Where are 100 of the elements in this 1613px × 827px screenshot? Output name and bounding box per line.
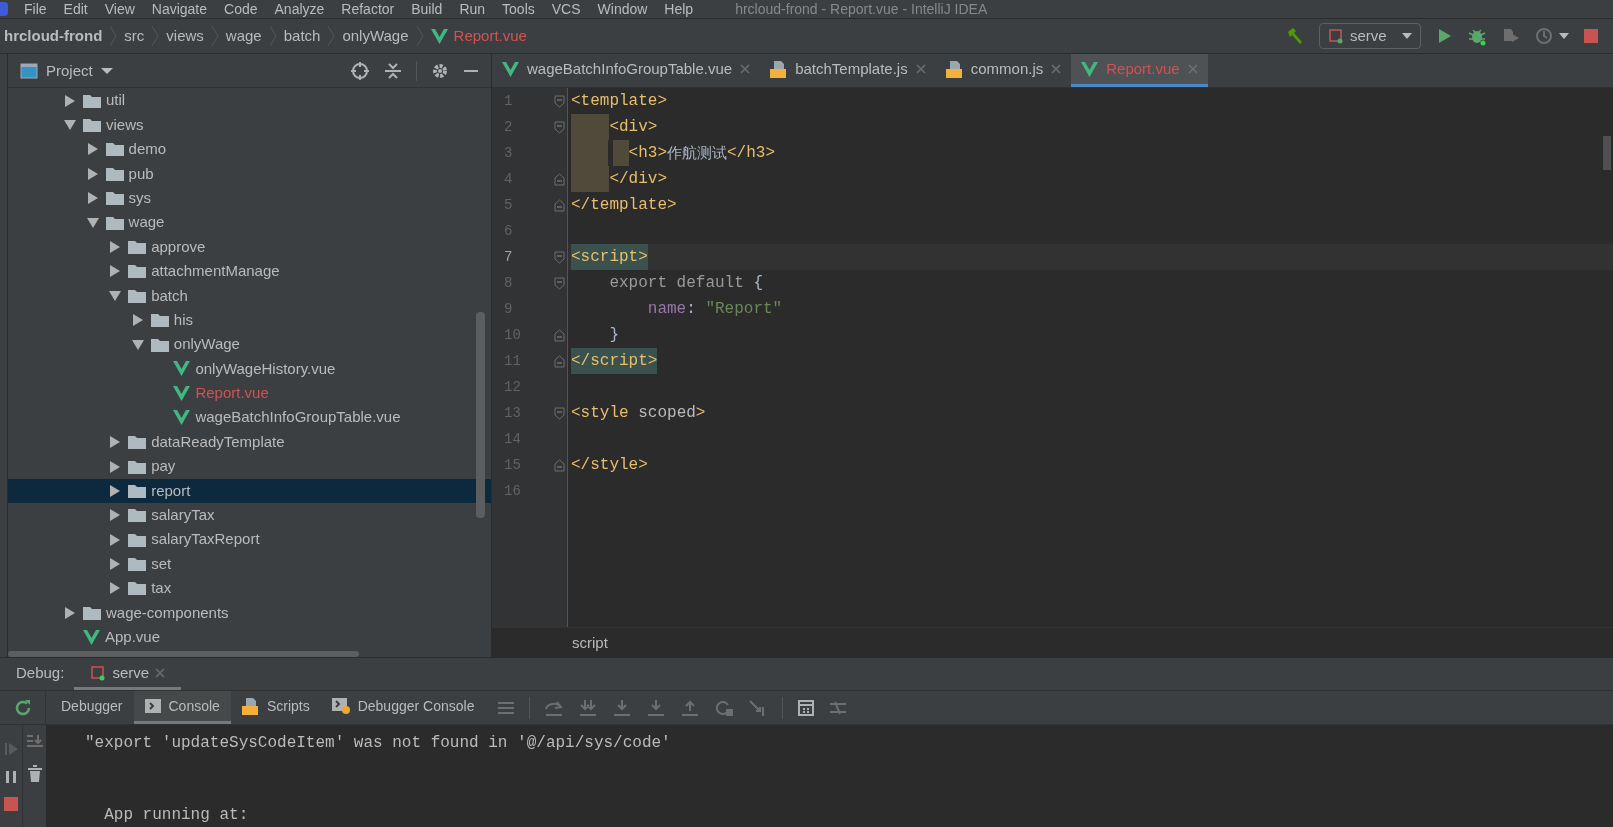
fold-icon[interactable] bbox=[554, 406, 565, 420]
tree-item[interactable]: sys bbox=[8, 186, 491, 211]
fold-icon[interactable] bbox=[554, 276, 565, 290]
editor-tab[interactable]: common.js bbox=[935, 54, 1072, 88]
menu-item[interactable]: View bbox=[104, 0, 135, 18]
fold-icon[interactable] bbox=[554, 120, 565, 134]
menu-item[interactable]: Refactor bbox=[341, 0, 395, 18]
collapsed-arrow-icon[interactable] bbox=[110, 436, 121, 449]
tree-item[interactable]: pub bbox=[8, 161, 491, 186]
tree-item[interactable]: attachmentManage bbox=[8, 259, 491, 284]
breadcrumb-item[interactable]: src bbox=[120, 24, 149, 48]
editor-tab[interactable]: wageBatchInfoGroupTable.vue bbox=[492, 54, 761, 88]
tree-item[interactable]: batch bbox=[8, 283, 491, 308]
step-into-icon[interactable] bbox=[578, 698, 599, 717]
collapsed-arrow-icon[interactable] bbox=[87, 143, 98, 156]
trash-icon[interactable] bbox=[26, 765, 43, 783]
close-icon[interactable] bbox=[155, 667, 166, 678]
tree-item[interactable]: wage-components bbox=[8, 600, 491, 626]
fold-end-icon[interactable] bbox=[554, 172, 565, 186]
menu-item[interactable]: Navigate bbox=[151, 0, 208, 18]
bug-icon[interactable] bbox=[1467, 26, 1487, 47]
tree-item[interactable]: tax bbox=[8, 576, 491, 601]
pause-icon[interactable] bbox=[3, 769, 19, 785]
calculator-icon[interactable] bbox=[797, 698, 816, 717]
step-out-icon[interactable] bbox=[680, 698, 701, 717]
force-step-into-icon[interactable] bbox=[646, 698, 667, 717]
breadcrumb-item[interactable]: views bbox=[162, 24, 208, 48]
close-icon[interactable] bbox=[1187, 64, 1198, 75]
drop-frame-icon[interactable] bbox=[714, 698, 735, 717]
tree-item[interactable]: views bbox=[8, 112, 491, 138]
tree-item[interactable]: approve bbox=[8, 234, 491, 260]
fold-icon[interactable] bbox=[554, 94, 565, 108]
fold-end-icon[interactable] bbox=[554, 328, 565, 342]
fold-end-icon[interactable] bbox=[554, 458, 565, 472]
collapsed-arrow-icon[interactable] bbox=[110, 265, 121, 278]
caret-icon[interactable] bbox=[1559, 32, 1569, 41]
tree-item[interactable]: onlyWageHistory.vue bbox=[8, 356, 491, 382]
tree-item[interactable]: set bbox=[8, 551, 491, 577]
close-icon[interactable] bbox=[740, 64, 751, 75]
tree-item[interactable]: his bbox=[8, 307, 491, 333]
debug-tab[interactable]: Scripts bbox=[230, 691, 321, 724]
tree-item[interactable]: pay bbox=[8, 454, 491, 479]
expanded-arrow-icon[interactable] bbox=[109, 290, 122, 301]
breadcrumb-item[interactable]: onlyWage bbox=[338, 24, 413, 48]
menu-item[interactable]: Help bbox=[664, 0, 694, 18]
tree-item[interactable]: salaryTaxReport bbox=[8, 527, 491, 552]
expanded-arrow-icon[interactable] bbox=[64, 120, 76, 131]
debug-tab[interactable]: Debugger bbox=[50, 691, 134, 724]
menu-item[interactable]: Analyze bbox=[274, 0, 325, 18]
collapsed-arrow-icon[interactable] bbox=[65, 94, 75, 107]
settings-icon[interactable] bbox=[431, 61, 449, 80]
collapsed-arrow-icon[interactable] bbox=[110, 484, 121, 497]
step-into-icon[interactable] bbox=[612, 698, 633, 717]
tree-item[interactable]: salaryTax bbox=[8, 503, 491, 528]
collapsed-arrow-icon[interactable] bbox=[110, 558, 121, 571]
scrollbar[interactable] bbox=[8, 651, 359, 658]
hammer-icon[interactable] bbox=[1285, 26, 1305, 47]
tree-item[interactable]: util bbox=[8, 88, 491, 113]
editor-breadcrumb[interactable]: script bbox=[572, 631, 608, 655]
editor-tab[interactable]: batchTemplate.js bbox=[760, 54, 936, 88]
tree-item[interactable]: App.vue bbox=[8, 625, 491, 650]
run-configuration-dropdown[interactable]: serve bbox=[1319, 23, 1421, 50]
locate-icon[interactable] bbox=[350, 60, 370, 81]
debug-tab[interactable]: Debugger Console bbox=[320, 691, 486, 724]
stop-icon[interactable] bbox=[1583, 28, 1599, 45]
fold-icon[interactable] bbox=[554, 250, 565, 264]
scrollbar[interactable] bbox=[476, 312, 485, 519]
breadcrumb-item[interactable]: batch bbox=[279, 24, 325, 48]
collapsed-arrow-icon[interactable] bbox=[110, 241, 121, 253]
menu-item[interactable]: Edit bbox=[63, 0, 88, 18]
menu-item[interactable]: File bbox=[24, 0, 47, 18]
expanded-arrow-icon[interactable] bbox=[86, 217, 99, 228]
tree-item[interactable]: report bbox=[8, 478, 491, 504]
close-icon[interactable] bbox=[915, 64, 926, 75]
tree-item[interactable]: wageBatchInfoGroupTable.vue bbox=[8, 405, 491, 430]
debug-tab[interactable]: Console bbox=[133, 691, 231, 724]
collapsed-arrow-icon[interactable] bbox=[65, 606, 75, 619]
collapsed-arrow-icon[interactable] bbox=[87, 192, 98, 205]
menu-item[interactable]: Build bbox=[411, 0, 443, 18]
list-icon[interactable] bbox=[497, 699, 516, 716]
tree-item[interactable]: wage bbox=[8, 210, 491, 235]
collapsed-arrow-icon[interactable] bbox=[110, 509, 121, 522]
collapsed-arrow-icon[interactable] bbox=[110, 582, 121, 595]
breadcrumb-item[interactable]: hrcloud-frond bbox=[0, 24, 107, 48]
project-view-dropdown[interactable]: Project bbox=[20, 59, 113, 83]
menu-item[interactable]: Tools bbox=[502, 0, 535, 18]
menu-item[interactable]: Code bbox=[224, 0, 258, 18]
collapsed-arrow-icon[interactable] bbox=[110, 533, 121, 546]
collapse-all-icon[interactable] bbox=[384, 61, 402, 80]
menu-item[interactable]: Run bbox=[459, 0, 486, 18]
menu-item[interactable]: Window bbox=[597, 0, 648, 18]
tree-item[interactable]: onlyWage bbox=[8, 332, 491, 357]
collapsed-arrow-icon[interactable] bbox=[110, 460, 121, 473]
collapsed-arrow-icon[interactable] bbox=[87, 167, 98, 180]
resume-icon[interactable] bbox=[3, 741, 19, 757]
menu-item[interactable]: VCS bbox=[551, 0, 581, 18]
collapsed-arrow-icon[interactable] bbox=[132, 314, 143, 327]
fold-end-icon[interactable] bbox=[554, 198, 565, 212]
close-icon[interactable] bbox=[1051, 64, 1062, 75]
tree-item[interactable]: demo bbox=[8, 137, 491, 162]
